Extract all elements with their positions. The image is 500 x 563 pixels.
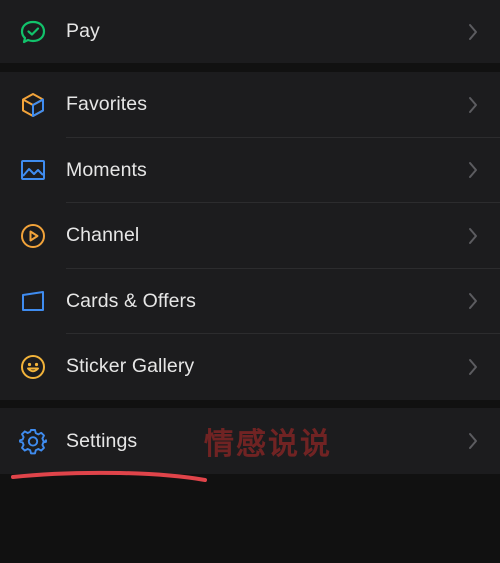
smiley-icon <box>18 352 48 382</box>
chevron-right-icon <box>466 95 480 115</box>
annotation-underline <box>11 470 207 482</box>
menu-item-channel-label: Channel <box>66 224 140 247</box>
menu-item-favorites-label: Favorites <box>66 93 148 116</box>
menu-item-pay[interactable]: Pay <box>0 0 500 63</box>
menu-item-stickers-label: Sticker Gallery <box>66 355 195 378</box>
play-circle-icon <box>18 221 48 251</box>
cube-icon <box>18 90 48 120</box>
services-group: Favorites Moments Channel Cards & Offers… <box>0 72 500 400</box>
menu-item-pay-label: Pay <box>66 20 100 42</box>
menu-item-cards-offers[interactable]: Cards & Offers <box>0 269 500 334</box>
pay-check-icon <box>18 17 48 47</box>
chevron-right-icon <box>466 357 480 377</box>
watermark: 情感说说 <box>204 427 332 462</box>
menu-item-moments-label: Moments <box>66 158 147 181</box>
chevron-right-icon <box>466 291 480 311</box>
image-icon <box>18 155 48 185</box>
card-icon <box>18 286 48 316</box>
me-screen: Pay Favorites Moments Channel Cards & Of… <box>0 0 500 563</box>
menu-item-channel[interactable]: Channel <box>0 203 500 269</box>
menu-item-sticker-gallery[interactable]: Sticker Gallery <box>0 334 500 400</box>
chevron-right-icon <box>466 160 480 180</box>
menu-item-settings-label: Settings <box>66 429 138 452</box>
pay-group: Pay <box>0 0 500 63</box>
menu-item-cards-label: Cards & Offers <box>66 289 196 312</box>
chevron-right-icon <box>466 226 480 246</box>
menu-item-moments[interactable]: Moments <box>0 138 500 203</box>
chevron-right-icon <box>466 431 480 451</box>
menu-item-favorites[interactable]: Favorites <box>0 72 500 138</box>
gear-icon <box>18 426 48 456</box>
chevron-right-icon <box>466 22 480 42</box>
